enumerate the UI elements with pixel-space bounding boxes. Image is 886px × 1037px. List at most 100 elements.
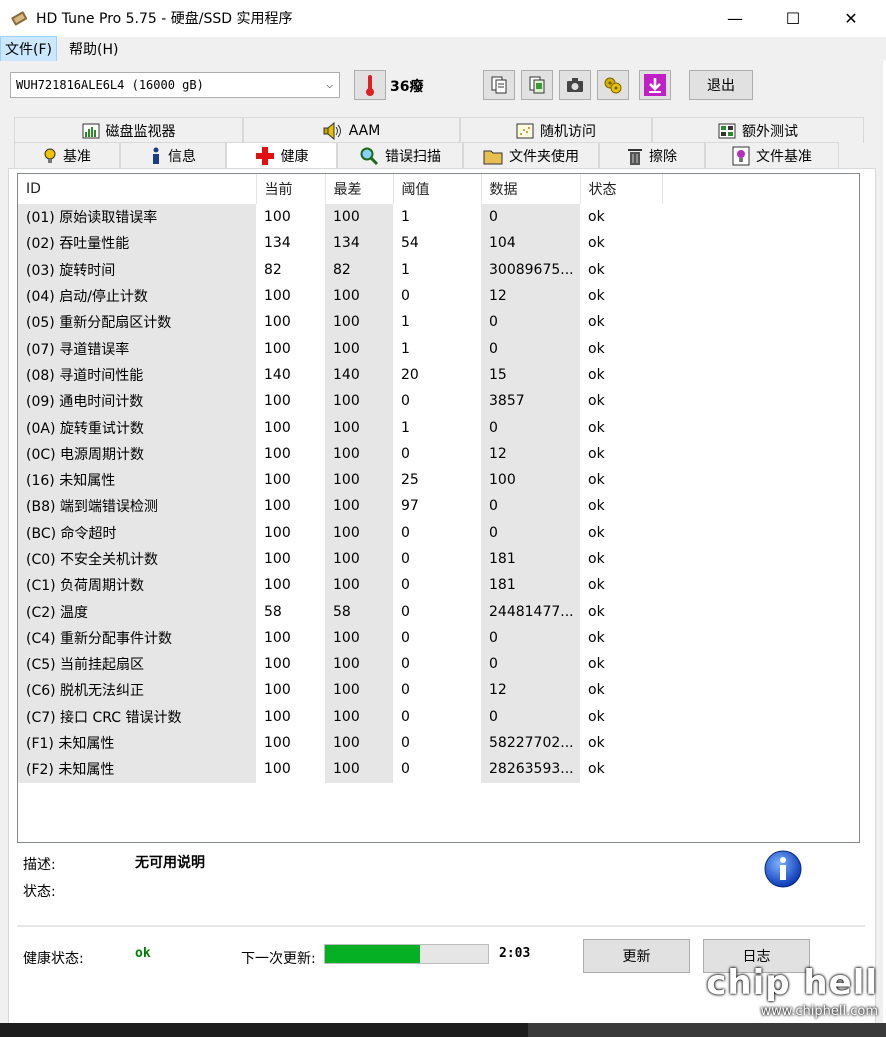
table-cell: 100: [325, 729, 393, 757]
table-row[interactable]: (C4) 重新分配事件计数 100 100 0 0 ok: [18, 624, 662, 652]
table-row[interactable]: (BC) 命令超时 100 100 0 0 ok: [18, 519, 662, 546]
options-button[interactable]: [597, 70, 629, 100]
folder-icon: [483, 150, 503, 164]
chiphell-watermark: chip hell www.chiphell.com: [706, 966, 878, 1019]
table-cell: 104: [481, 230, 580, 257]
table-row[interactable]: (C1) 负荷周期计数 100 100 0 181 ok: [18, 572, 662, 599]
table-row[interactable]: (B8) 端到端错误检测 100 100 97 0 ok: [18, 493, 662, 520]
menu-help[interactable]: 帮助(H): [65, 37, 122, 61]
table-cell: (16) 未知属性: [18, 466, 256, 494]
health-panel: ID 当前 最差 阈值 数据 状态 (01) 原始读取错误率 100 100 1 0 ok…: [8, 168, 876, 1028]
hdtune-app-icon: [11, 11, 28, 26]
table-row[interactable]: (01) 原始读取错误率 100 100 1 0 ok: [18, 204, 662, 231]
tab-label: 磁盘监视器: [105, 123, 176, 140]
tab-folder-usage[interactable]: 文件夹使用: [463, 142, 599, 168]
tab-aam[interactable]: AAM: [243, 117, 460, 143]
drive-select[interactable]: WUH721816ALE6L4 (16000 gB) ⌵: [10, 72, 340, 98]
table-cell: 12: [481, 282, 580, 310]
maximize-button[interactable]: ☐: [764, 0, 822, 36]
table-cell: 58227702...: [481, 729, 580, 757]
table-cell: 100: [325, 572, 393, 599]
table-cell: 100: [325, 309, 393, 336]
table-cell: 100: [325, 545, 393, 573]
table-row[interactable]: (C7) 接口 CRC 错误计数 100 100 0 0 ok: [18, 703, 662, 730]
table-row[interactable]: (04) 启动/停止计数 100 100 0 12 ok: [18, 282, 662, 310]
table-cell: ok: [588, 445, 605, 462]
table-cell: 100: [264, 445, 291, 462]
table-cell: 58: [325, 598, 393, 625]
column-header-threshold[interactable]: 阈值: [393, 174, 482, 204]
table-cell: 1: [401, 209, 410, 226]
table-row[interactable]: (C5) 当前挂起扇区 100 100 0 0 ok: [18, 651, 662, 678]
menu-bar: 文件(F) 帮助(H): [0, 36, 886, 62]
tab-info[interactable]: 信息: [120, 142, 226, 168]
tab-erase[interactable]: 擦除: [599, 142, 705, 168]
table-row[interactable]: (C6) 脱机无法纠正 100 100 0 12 ok: [18, 677, 662, 704]
table-row[interactable]: (0A) 旋转重试计数 100 100 1 0 ok: [18, 414, 662, 441]
save-button[interactable]: [639, 70, 671, 100]
tab-label: 额外测试: [742, 123, 798, 140]
table-cell: 1: [401, 340, 410, 357]
table-cell: 134: [264, 235, 291, 252]
table-cell: 97: [401, 498, 419, 515]
refresh-button[interactable]: 更新: [583, 939, 690, 973]
table-row[interactable]: (F2) 未知属性 100 100 0 28263593... ok: [18, 756, 662, 783]
table-cell: 100: [264, 288, 291, 305]
tab-disk-monitor[interactable]: 磁盘监视器: [14, 117, 243, 143]
tab-health[interactable]: 健康: [226, 142, 337, 168]
table-cell: (C5) 当前挂起扇区: [18, 651, 256, 678]
screenshot-button[interactable]: [559, 70, 591, 100]
magnifier-icon: [360, 147, 379, 165]
tab-label: 错误扫描: [385, 148, 441, 165]
column-header-current[interactable]: 当前: [256, 174, 326, 204]
table-cell: 100: [481, 466, 580, 494]
column-header-status[interactable]: 状态: [580, 174, 663, 204]
tab-extra-tests[interactable]: 额外测试: [652, 117, 864, 143]
table-row[interactable]: (07) 寻道错误率 100 100 1 0 ok: [18, 335, 662, 362]
column-header-worst[interactable]: 最差: [325, 174, 394, 204]
column-header-id[interactable]: ID: [18, 174, 257, 204]
table-row[interactable]: (0C) 电源周期计数 100 100 0 12 ok: [18, 440, 662, 467]
temperature-button[interactable]: [354, 70, 386, 100]
smart-attribute-list[interactable]: ID 当前 最差 阈值 数据 状态 (01) 原始读取错误率 100 100 1 0 ok…: [17, 173, 860, 843]
table-row[interactable]: (05) 重新分配扇区计数 100 100 1 0 ok: [18, 309, 662, 336]
table-row[interactable]: (08) 寻道时间性能 140 140 20 15 ok: [18, 361, 662, 389]
table-row[interactable]: (03) 旋转时间 82 82 1 30089675... ok: [18, 256, 662, 283]
table-cell: 0: [481, 204, 580, 231]
table-row[interactable]: (C2) 温度 58 58 0 24481477... ok: [18, 598, 662, 625]
info-icon[interactable]: [763, 849, 803, 889]
tab-benchmark[interactable]: 基准: [14, 142, 120, 168]
table-row[interactable]: (16) 未知属性 100 100 25 100 ok: [18, 466, 662, 494]
table-cell: 100: [325, 440, 393, 467]
copy-screenshot-button[interactable]: [521, 70, 553, 100]
exit-button[interactable]: 退出: [689, 70, 753, 100]
tab-error-scan[interactable]: 错误扫描: [337, 142, 463, 168]
table-cell: 30089675...: [481, 256, 580, 283]
menu-file[interactable]: 文件(F): [0, 36, 57, 62]
options-icon: [604, 77, 622, 94]
table-cell: ok: [588, 235, 605, 252]
table-row[interactable]: (F1) 未知属性 100 100 0 58227702... ok: [18, 729, 662, 757]
table-row[interactable]: (09) 通电时间计数 100 100 0 3857 ok: [18, 388, 662, 415]
taskbar: [0, 1023, 886, 1037]
tab-row-top: 磁盘监视器 AAM 随机访问 额外测试: [14, 117, 864, 143]
window-title: HD Tune Pro 5.75 - 硬盘/SSD 实用程序: [36, 11, 293, 27]
speaker-icon: [323, 121, 341, 140]
table-cell: (04) 启动/停止计数: [18, 282, 256, 310]
table-row[interactable]: (02) 吞吐量性能 134 134 54 104 ok: [18, 230, 662, 257]
tab-file-benchmark[interactable]: 文件基准: [705, 142, 839, 168]
table-cell: 0: [481, 414, 580, 441]
table-row[interactable]: (C0) 不安全关机计数 100 100 0 181 ok: [18, 545, 662, 573]
copy-text-button[interactable]: [483, 70, 515, 100]
column-header-data[interactable]: 数据: [481, 174, 581, 204]
minimize-button[interactable]: —: [706, 0, 764, 36]
table-cell: 134: [325, 230, 393, 257]
red-cross-icon: [255, 146, 274, 165]
table-cell: 0: [401, 288, 410, 305]
watermark-brand: chip hell: [706, 963, 878, 1003]
tab-random-access[interactable]: 随机访问: [460, 117, 652, 143]
table-cell: 0: [401, 629, 410, 646]
table-cell: 0: [401, 708, 410, 725]
close-button[interactable]: ✕: [822, 0, 880, 36]
table-cell: ok: [588, 419, 605, 436]
